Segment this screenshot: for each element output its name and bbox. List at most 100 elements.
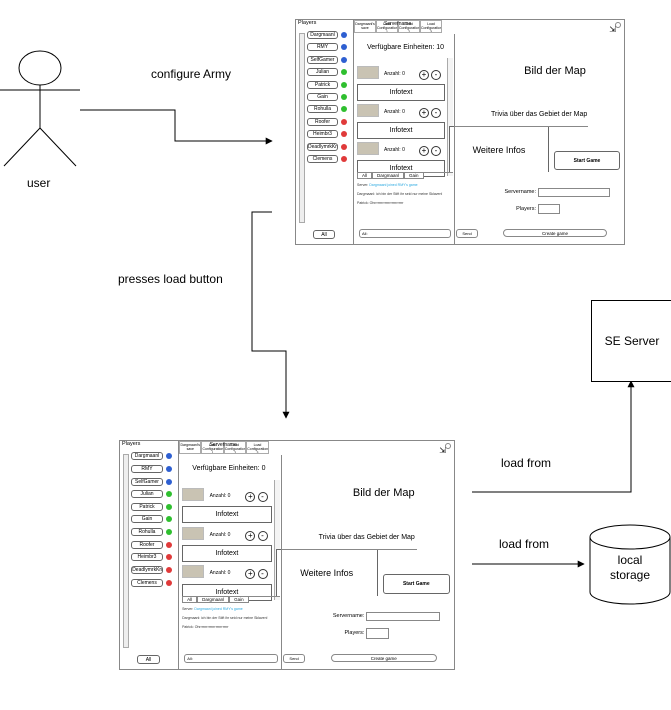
- plus-button[interactable]: +: [419, 70, 429, 80]
- player-button[interactable]: RMY: [307, 43, 338, 52]
- player-status-dot: [341, 44, 347, 51]
- player-button[interactable]: Julian: [131, 490, 163, 499]
- player-status-dot: [341, 156, 347, 162]
- unit-count: Anzahl: 0: [384, 71, 405, 77]
- player-status-dot: [341, 69, 347, 76]
- player-button[interactable]: Patrick: [307, 80, 338, 89]
- chat-filter-button[interactable]: All: [182, 595, 198, 603]
- player-status-dot: [165, 491, 172, 498]
- servername-label: Servername:: [332, 613, 365, 620]
- minus-button[interactable]: -: [431, 146, 441, 156]
- chat-filter-button[interactable]: Dargmaanl: [197, 595, 230, 603]
- player-button[interactable]: Rohulla: [307, 105, 338, 114]
- arrow-load-from-server: [472, 380, 635, 493]
- plus-button[interactable]: +: [419, 108, 429, 118]
- chat-filter-button[interactable]: Dargmaanl: [372, 172, 405, 179]
- minus-button[interactable]: -: [257, 569, 268, 580]
- players-input[interactable]: [366, 628, 389, 639]
- config-tab[interactable]: Dargmaanl's save: [354, 20, 376, 33]
- unit-thumbnail: [182, 487, 205, 501]
- all-players-button[interactable]: All: [313, 230, 335, 239]
- chat-input[interactable]: All:: [359, 229, 451, 238]
- minus-button[interactable]: -: [431, 70, 441, 80]
- player-row: DeadlymrkKnight: [307, 142, 347, 151]
- servername-input[interactable]: [538, 188, 610, 197]
- plus-button[interactable]: +: [245, 491, 256, 502]
- player-button[interactable]: Gain: [307, 93, 338, 101]
- lobby-mockup-after-load: Players Dargmaanl RMY SelfGamer Julian Patric…: [119, 440, 455, 670]
- chat-filter-button[interactable]: Gain: [404, 172, 424, 179]
- player-button[interactable]: DeadlymrkKnight: [131, 565, 163, 574]
- create-game-button[interactable]: Create game: [503, 229, 607, 237]
- player-button[interactable]: Heimbr3: [307, 130, 338, 139]
- all-players-button[interactable]: All: [137, 654, 160, 664]
- players-input[interactable]: [538, 204, 560, 214]
- chat-input[interactable]: All:: [184, 653, 278, 663]
- send-button[interactable]: Send: [456, 229, 478, 238]
- unit-thumbnail: [182, 526, 205, 540]
- player-row: Patrick: [307, 80, 347, 89]
- more-info-tab[interactable]: Weitere Infos: [275, 548, 378, 596]
- player-row: Julian: [131, 490, 172, 499]
- se-server-box: SE Server: [591, 300, 671, 382]
- player-row: RMY: [131, 464, 172, 473]
- minus-button[interactable]: -: [257, 530, 268, 541]
- create-game-button[interactable]: Create game: [330, 653, 437, 662]
- player-button[interactable]: SelfGamer: [307, 55, 338, 64]
- player-button[interactable]: Roofer: [307, 117, 338, 126]
- player-button[interactable]: Dargmaanl: [307, 31, 338, 39]
- unit-count: Anzahl: 0: [384, 147, 405, 153]
- infotext-box: Infotext: [182, 544, 272, 563]
- config-tab[interactable]: Dargmaanl's save: [179, 441, 202, 454]
- chat-message: Server: Dargmaanl joined RMY's game: [182, 607, 243, 611]
- chat-text: Dargmaanl joined RMY's game: [369, 183, 418, 187]
- available-units-label: Verfügbare Einheiten: 0: [192, 465, 266, 473]
- unit-thumbnail: [357, 104, 379, 117]
- map-trivia: Trivia über das Gebiet der Map: [491, 111, 588, 118]
- chat-prefix: Server:: [357, 183, 370, 187]
- player-button[interactable]: Julian: [307, 68, 338, 77]
- player-button[interactable]: Roofer: [131, 540, 163, 549]
- players-label: Players:: [516, 206, 536, 212]
- player-button[interactable]: RMY: [131, 464, 163, 473]
- cursor-icon: ⇲: [439, 446, 446, 456]
- plus-button[interactable]: +: [419, 146, 429, 156]
- unit-thumbnail: [182, 565, 205, 579]
- unit-thumbnail: [357, 66, 379, 79]
- players-scrollbar[interactable]: [299, 33, 305, 223]
- player-status-dot: [341, 94, 347, 100]
- player-button[interactable]: Clemens: [307, 155, 338, 163]
- config-tab[interactable]: Load Configuration 3: [420, 20, 442, 33]
- player-button[interactable]: Dargmaanl: [131, 452, 163, 461]
- arrow-load-button: [251, 211, 290, 419]
- players-title: Players: [122, 441, 141, 447]
- chat-filter-button[interactable]: Gain: [229, 595, 249, 603]
- players-scrollbar[interactable]: [123, 454, 129, 648]
- player-button[interactable]: Clemens: [131, 578, 163, 587]
- player-button[interactable]: SelfGamer: [131, 477, 163, 486]
- player-button[interactable]: Rohulla: [131, 528, 163, 536]
- player-button[interactable]: Gain: [131, 515, 163, 524]
- player-status-dot: [165, 516, 172, 523]
- player-row: DeadlymrkKnight: [131, 565, 172, 574]
- chat-filter-button[interactable]: All: [357, 172, 373, 179]
- servername-label: Servername:: [504, 189, 537, 195]
- start-game-button[interactable]: Start Game: [382, 574, 450, 594]
- player-button[interactable]: DeadlymrkKnight: [307, 142, 338, 151]
- minus-button[interactable]: -: [431, 108, 441, 118]
- more-info-tab[interactable]: Weitere Infos: [449, 126, 549, 172]
- config-tab[interactable]: Load Configuration 3: [246, 441, 269, 454]
- plus-button[interactable]: +: [245, 530, 256, 541]
- player-button[interactable]: Heimbr3: [131, 553, 163, 562]
- player-status-dot: [165, 579, 172, 586]
- servername-input[interactable]: [366, 612, 440, 622]
- send-button[interactable]: Send: [282, 653, 306, 663]
- panel-divider: [280, 548, 418, 550]
- minus-button[interactable]: -: [257, 491, 268, 502]
- start-game-button[interactable]: Start Game: [554, 151, 620, 170]
- plus-button[interactable]: +: [245, 569, 256, 580]
- player-status-dot: [165, 566, 172, 573]
- unit-count: Anzahl: 0: [209, 570, 231, 577]
- player-button[interactable]: Patrick: [131, 502, 163, 511]
- players-panel: Players Dargmaanl RMY SelfGamer Julian Patric…: [120, 441, 180, 669]
